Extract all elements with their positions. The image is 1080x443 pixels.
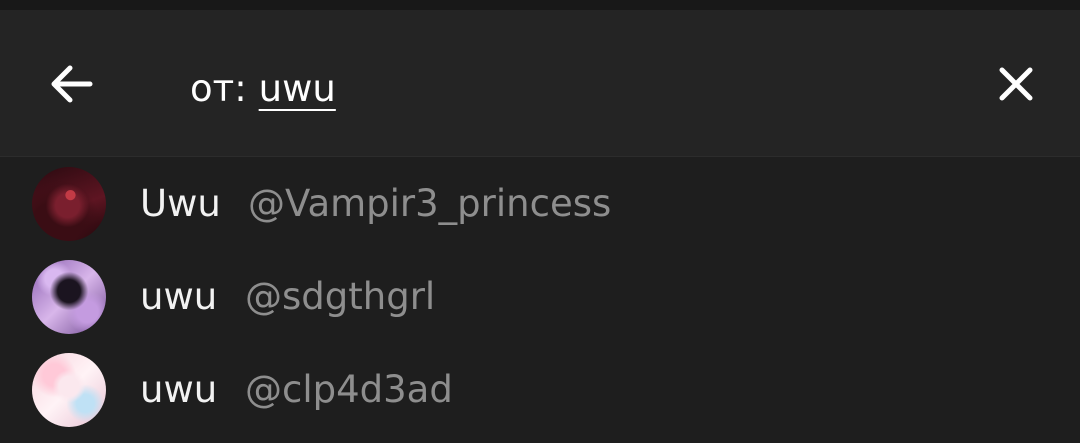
search-header: от: uwu bbox=[0, 10, 1080, 157]
avatar bbox=[32, 352, 106, 427]
status-bar-strip bbox=[0, 0, 1080, 10]
avatar bbox=[32, 259, 106, 334]
avatar bbox=[32, 166, 106, 241]
user-display-name: uwu bbox=[140, 275, 218, 318]
user-results-list: Uwu @Vampir3_princess uwu @sdgthgrl uwu … bbox=[0, 157, 1080, 436]
search-filter-prefix: от: bbox=[190, 66, 247, 110]
user-display-name: Uwu bbox=[140, 182, 221, 225]
back-button[interactable] bbox=[40, 52, 104, 116]
clear-search-button[interactable] bbox=[984, 52, 1048, 116]
user-result-row[interactable]: uwu @clp4d3ad bbox=[0, 343, 1080, 436]
close-icon bbox=[999, 67, 1033, 101]
arrow-left-icon bbox=[51, 65, 93, 103]
user-display-name: uwu bbox=[140, 368, 218, 411]
search-query[interactable]: от: uwu bbox=[190, 60, 336, 116]
user-result-row[interactable]: Uwu @Vampir3_princess bbox=[0, 157, 1080, 250]
user-handle: @Vampir3_princess bbox=[248, 182, 612, 225]
user-result-row[interactable]: uwu @sdgthgrl bbox=[0, 250, 1080, 343]
user-handle: @sdgthgrl bbox=[245, 275, 436, 318]
search-term[interactable]: uwu bbox=[259, 67, 336, 110]
user-handle: @clp4d3ad bbox=[245, 368, 453, 411]
